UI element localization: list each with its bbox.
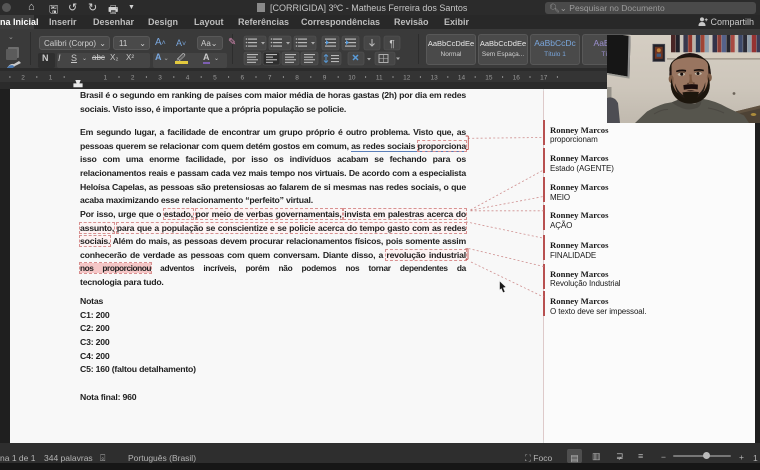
svg-text:7: 7 [268, 75, 272, 82]
svg-text:¶: ¶ [389, 39, 394, 50]
svg-text:6: 6 [240, 75, 244, 82]
svg-text:11: 11 [376, 75, 383, 82]
svg-text:12: 12 [403, 75, 411, 82]
svg-text:17: 17 [540, 75, 548, 82]
svg-text:13: 13 [430, 75, 438, 82]
svg-text:1: 1 [49, 75, 53, 82]
svg-text:4: 4 [186, 75, 190, 82]
svg-text:2: 2 [21, 75, 25, 82]
svg-text:1: 1 [103, 75, 107, 82]
svg-text:3: 3 [158, 75, 162, 82]
svg-text:2: 2 [131, 75, 135, 82]
svg-text:10: 10 [348, 75, 356, 82]
svg-text:8: 8 [295, 75, 299, 82]
svg-text:15: 15 [485, 75, 493, 82]
svg-text:9: 9 [323, 75, 327, 82]
svg-text:14: 14 [458, 75, 466, 82]
svg-text:16: 16 [513, 75, 521, 82]
svg-text:5: 5 [213, 75, 217, 82]
